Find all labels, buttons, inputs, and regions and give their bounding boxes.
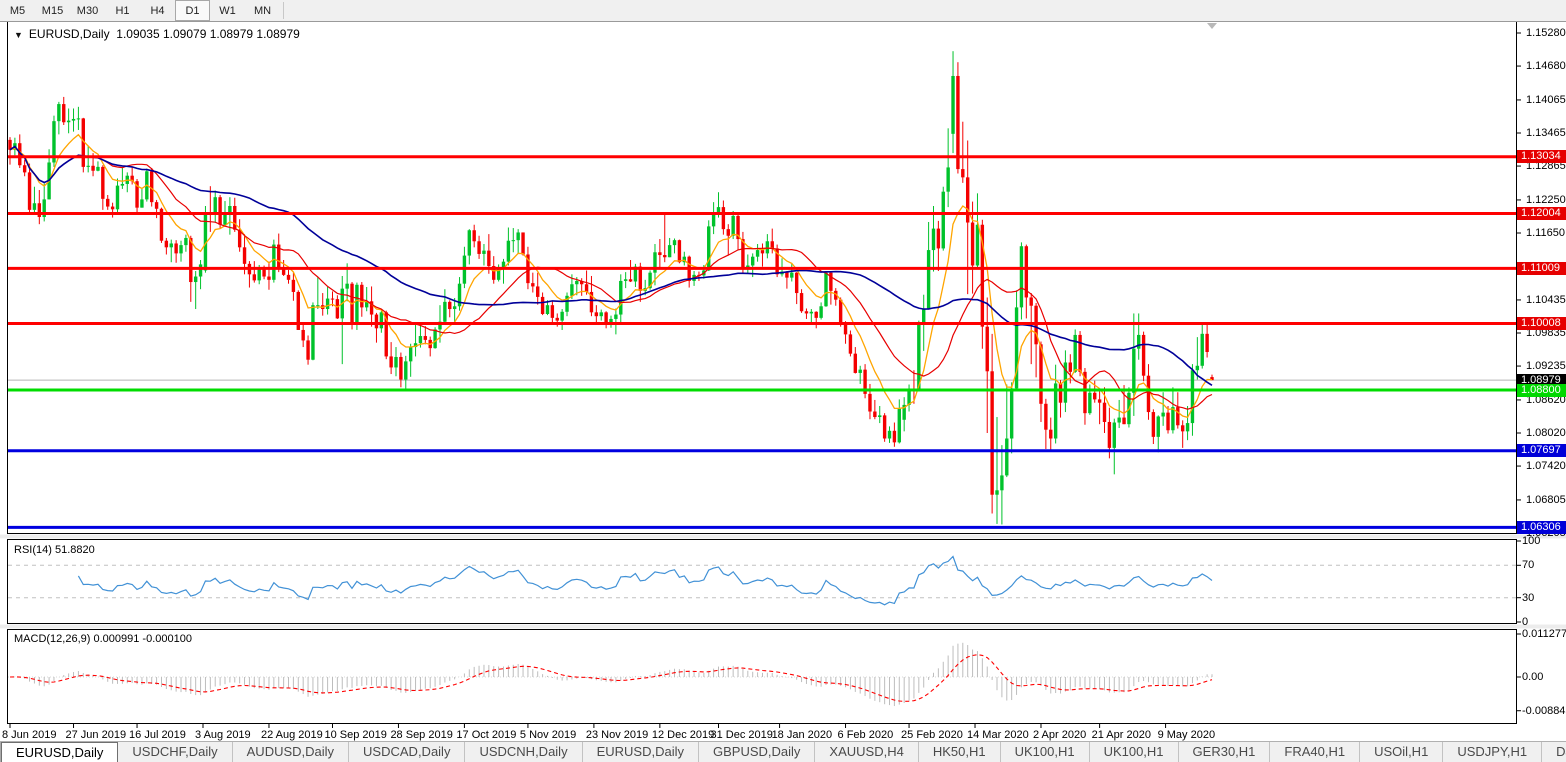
timeframe-button-M5[interactable]: M5 [0, 0, 35, 21]
toolbar-separator [283, 2, 284, 19]
price-axis-label: 1.11650 [1526, 227, 1565, 239]
chart-tab-DJ30-Daily[interactable]: DJ30,Daily [1542, 742, 1566, 762]
time-axis-label: 16 Jul 2019 [129, 729, 186, 741]
price-axis-label: 1.09235 [1526, 360, 1566, 372]
timeframe-button-M30[interactable]: M30 [70, 0, 105, 21]
price-axis-label: 1.14680 [1526, 60, 1566, 72]
price-level-label: 1.12004 [1517, 207, 1566, 220]
price-level-label: 1.06306 [1517, 521, 1566, 534]
timeframe-button-M15[interactable]: M15 [35, 0, 70, 21]
price-axis-label: 1.07420 [1526, 460, 1566, 472]
trading-terminal-window: M5M15M30H1H4D1W1MN ▼ EURUSD,Daily 1.09035… [0, 0, 1566, 762]
price-axis-label: 1.06805 [1526, 494, 1566, 506]
time-axis-label: 31 Dec 2019 [710, 729, 772, 741]
chart-tabs: EURUSD,DailyUSDCHF,DailyAUDUSD,DailyUSDC… [1, 742, 1566, 762]
chart-tab-UK100-H1[interactable]: UK100,H1 [1001, 742, 1090, 762]
time-axis-label: 9 May 2020 [1158, 729, 1215, 741]
macd-axis-label: 0.011277 [1522, 628, 1566, 640]
price-axis-label: 1.10435 [1526, 294, 1566, 306]
time-axis-label: 2 Apr 2020 [1033, 729, 1086, 741]
chart-tab-XAUUSD-H4[interactable]: XAUUSD,H4 [815, 742, 918, 762]
time-axis-label: 18 Jan 2020 [772, 729, 833, 741]
price-level-label: 1.07697 [1517, 444, 1566, 457]
time-axis-label: 5 Nov 2019 [520, 729, 576, 741]
macd-axis-label: 0.00 [1522, 671, 1543, 683]
chart-tab-EURUSD-Daily[interactable]: EURUSD,Daily [1, 742, 118, 762]
time-axis-label: 10 Sep 2019 [324, 729, 386, 741]
time-axis-label: 21 Apr 2020 [1092, 729, 1151, 741]
time-axis-label: 6 Feb 2020 [838, 729, 894, 741]
chart-tab-GBPUSD-Daily[interactable]: GBPUSD,Daily [699, 742, 815, 762]
chart-tab-USDCHF-Daily[interactable]: USDCHF,Daily [118, 742, 232, 762]
timeframe-buttons: M5M15M30H1H4D1W1MN [0, 0, 280, 21]
timeframe-button-H1[interactable]: H1 [105, 0, 140, 21]
rsi-indicator-label: RSI(14) 51.8820 [14, 544, 95, 556]
price-axis-label: 1.15280 [1526, 27, 1566, 39]
rsi-axis-label: 30 [1522, 592, 1534, 604]
macd-axis-label: -0.008845 [1522, 705, 1566, 717]
price-level-label: 1.13034 [1517, 150, 1566, 163]
time-axis-label: 14 Mar 2020 [967, 729, 1029, 741]
rsi-axis-label: 100 [1522, 535, 1540, 547]
timeframe-button-D1[interactable]: D1 [175, 0, 210, 21]
chart-ohlc-values: 1.09035 1.09079 1.08979 1.08979 [116, 27, 300, 41]
chart-tab-USDJPY-H1[interactable]: USDJPY,H1 [1443, 742, 1542, 762]
time-axis-label: 3 Aug 2019 [195, 729, 251, 741]
time-axis-label: 25 Feb 2020 [901, 729, 963, 741]
chart-tab-bar: EURUSD,DailyUSDCHF,DailyAUDUSD,DailyUSDC… [0, 741, 1566, 762]
chart-tab-HK50-H1[interactable]: HK50,H1 [919, 742, 1001, 762]
time-axis-label: 12 Dec 2019 [652, 729, 714, 741]
timeframe-toolbar: M5M15M30H1H4D1W1MN [0, 0, 1566, 22]
time-axis-label: 8 Jun 2019 [2, 729, 56, 741]
chart-tab-USOil-H1[interactable]: USOil,H1 [1360, 742, 1443, 762]
rsi-panel[interactable] [8, 540, 1516, 623]
time-axis-label: 22 Aug 2019 [261, 729, 323, 741]
timeframe-button-W1[interactable]: W1 [210, 0, 245, 21]
chart-tab-FRA40-H1[interactable]: FRA40,H1 [1270, 742, 1360, 762]
timeframe-button-H4[interactable]: H4 [140, 0, 175, 21]
chart-tab-USDCNH-Daily[interactable]: USDCNH,Daily [465, 742, 582, 762]
chart-tab-GER30-H1[interactable]: GER30,H1 [1179, 742, 1271, 762]
price-axis-label: 1.13465 [1526, 127, 1566, 139]
rsi-axis-label: 0 [1522, 616, 1528, 628]
symbol-dropdown-icon[interactable]: ▼ [14, 30, 23, 40]
price-level-label: 1.08800 [1517, 384, 1566, 397]
time-axis-label: 17 Oct 2019 [456, 729, 516, 741]
chart-tab-EURUSD-Daily[interactable]: EURUSD,Daily [583, 742, 699, 762]
macd-panel[interactable] [8, 630, 1516, 723]
price-axis-label: 1.14065 [1526, 94, 1566, 106]
rsi-axis-label: 70 [1522, 559, 1534, 571]
chart-tab-AUDUSD-Daily[interactable]: AUDUSD,Daily [233, 742, 349, 762]
time-axis-label: 28 Sep 2019 [390, 729, 452, 741]
price-axis-label: 1.08020 [1526, 427, 1566, 439]
timeframe-button-MN[interactable]: MN [245, 0, 280, 21]
time-axis-label: 27 Jun 2019 [66, 729, 127, 741]
price-level-label: 1.10008 [1517, 317, 1566, 330]
chart-tab-USDCAD-Daily[interactable]: USDCAD,Daily [349, 742, 465, 762]
chart-title: ▼ EURUSD,Daily 1.09035 1.09079 1.08979 1.… [14, 27, 300, 41]
chart-tab-UK100-H1[interactable]: UK100,H1 [1090, 742, 1179, 762]
chart-symbol-label: EURUSD,Daily [29, 27, 110, 41]
price-level-label: 1.11009 [1517, 262, 1566, 275]
main-chart-panel[interactable] [8, 22, 1516, 533]
price-axis-label: 1.12250 [1526, 194, 1566, 206]
time-axis-label: 23 Nov 2019 [586, 729, 648, 741]
macd-indicator-label: MACD(12,26,9) 0.000991 -0.000100 [14, 633, 192, 645]
